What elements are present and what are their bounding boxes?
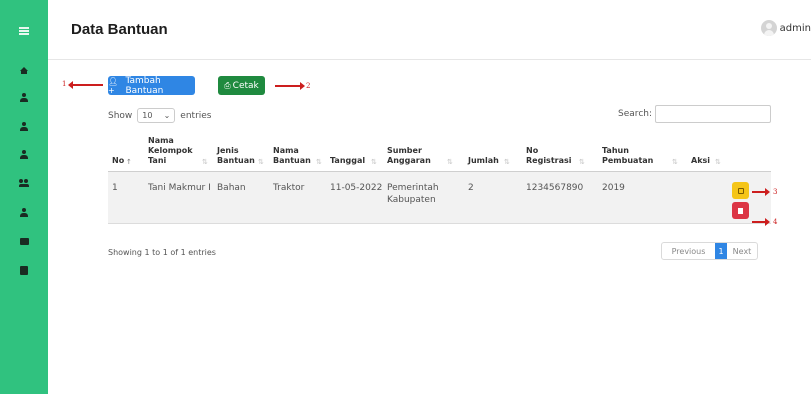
col-header-no[interactable]: No xyxy=(112,156,124,166)
table-header: No ↑ Nama Kelompok Tani ⇅ Jenis Bantuan … xyxy=(108,131,771,172)
user-icon[interactable] xyxy=(0,147,48,161)
table-info: Showing 1 to 1 of 1 entries xyxy=(108,248,216,257)
annotation-arrow-2 xyxy=(275,82,305,90)
edit-button[interactable] xyxy=(732,182,749,199)
printer-icon: ⎙ xyxy=(224,80,231,90)
menu-toggle-icon[interactable] xyxy=(0,24,48,38)
page-title: Data Bantuan xyxy=(71,21,168,38)
col-header-kelompok[interactable]: Nama Kelompok Tani xyxy=(148,136,198,166)
edit-icon xyxy=(737,187,744,194)
cell-nama: Traktor xyxy=(273,183,305,193)
page-length-select[interactable]: 10 ⌄ xyxy=(137,108,176,123)
book-icon[interactable] xyxy=(0,263,48,277)
page-1-button[interactable]: 1 xyxy=(715,243,727,259)
user-name: admin xyxy=(779,22,811,34)
users-icon[interactable] xyxy=(0,176,48,190)
col-header-aksi[interactable]: Aksi xyxy=(691,156,710,166)
sort-icon: ⇅ xyxy=(316,158,322,166)
search-input[interactable] xyxy=(655,105,771,123)
annotation-1: 1 xyxy=(62,80,67,88)
cell-tahun: 2019 xyxy=(602,183,625,193)
cell-tanggal: 11-05-2022 xyxy=(330,183,383,193)
user-icon[interactable] xyxy=(0,119,48,133)
data-table: No ↑ Nama Kelompok Tani ⇅ Jenis Bantuan … xyxy=(108,131,771,224)
add-bantuan-button[interactable]: 👤︎+ Tambah Bantuan xyxy=(108,75,195,96)
sort-icon: ⇅ xyxy=(579,158,585,166)
add-bantuan-label: Tambah Bantuan xyxy=(125,75,164,96)
user-menu[interactable]: admin xyxy=(760,20,811,36)
sort-icon: ⇅ xyxy=(504,158,510,166)
cell-jenis: Bahan xyxy=(217,183,246,193)
cell-kelompok: Tani Makmur I xyxy=(148,183,211,193)
col-header-registrasi[interactable]: No Registrasi xyxy=(526,146,578,166)
search-control: Search: xyxy=(618,105,771,123)
user-icon[interactable] xyxy=(0,90,48,104)
annotation-2: 2 xyxy=(306,82,311,90)
col-header-tanggal[interactable]: Tanggal xyxy=(330,156,365,166)
cell-sumber: Pemerintah Kabupaten xyxy=(387,183,439,205)
annotation-arrow-3 xyxy=(752,188,770,196)
user-plus-icon: 👤︎+ xyxy=(108,76,119,95)
sort-asc-icon: ↑ xyxy=(126,158,132,166)
user-icon[interactable] xyxy=(0,205,48,219)
previous-page-button[interactable]: Previous xyxy=(662,243,715,259)
search-label: Search: xyxy=(618,109,652,119)
print-button[interactable]: ⎙ Cetak xyxy=(218,76,265,95)
col-header-tahun[interactable]: Tahun Pembuatan xyxy=(602,146,657,166)
print-label: Cetak xyxy=(232,80,259,91)
avatar xyxy=(760,20,777,36)
topbar: Data Bantuan admin xyxy=(48,0,811,60)
show-label: Show xyxy=(108,110,133,121)
page-length-control: Show 10 ⌄ entries xyxy=(108,108,212,123)
col-header-jumlah[interactable]: Jumlah xyxy=(468,156,499,166)
col-header-nama[interactable]: Nama Bantuan xyxy=(273,146,313,166)
sort-icon: ⇅ xyxy=(258,158,264,166)
annotation-4: 4 xyxy=(773,218,778,226)
sort-icon: ⇅ xyxy=(202,158,208,166)
content-card: 👤︎+ Tambah Bantuan ⎙ Cetak 2 Show 10 ⌄ e… xyxy=(85,61,811,394)
chevron-down-icon: ⌄ xyxy=(163,111,171,120)
entries-label: entries xyxy=(180,110,212,121)
sort-icon: ⇅ xyxy=(447,158,453,166)
table-row: 1 Tani Makmur I Bahan Traktor 11-05-2022… xyxy=(108,172,771,224)
next-page-button[interactable]: Next xyxy=(727,243,757,259)
folder-icon[interactable] xyxy=(0,234,48,248)
annotation-arrow-4 xyxy=(752,218,770,226)
cell-no: 1 xyxy=(112,183,118,193)
sidebar xyxy=(0,0,48,394)
pagination: Previous 1 Next xyxy=(661,242,758,260)
sort-icon: ⇅ xyxy=(371,158,377,166)
trash-icon xyxy=(738,207,743,214)
annotation-3: 3 xyxy=(773,188,778,196)
sort-icon: ⇅ xyxy=(715,158,721,166)
cell-registrasi: 1234567890 xyxy=(526,183,584,193)
cell-jumlah: 2 xyxy=(468,183,474,193)
sort-icon: ⇅ xyxy=(672,158,678,166)
home-icon[interactable] xyxy=(0,62,48,76)
col-header-sumber[interactable]: Sumber Anggaran xyxy=(387,146,439,166)
page-length-value: 10 xyxy=(142,111,153,120)
delete-button[interactable] xyxy=(732,202,749,219)
col-header-jenis[interactable]: Jenis Bantuan xyxy=(217,146,257,166)
